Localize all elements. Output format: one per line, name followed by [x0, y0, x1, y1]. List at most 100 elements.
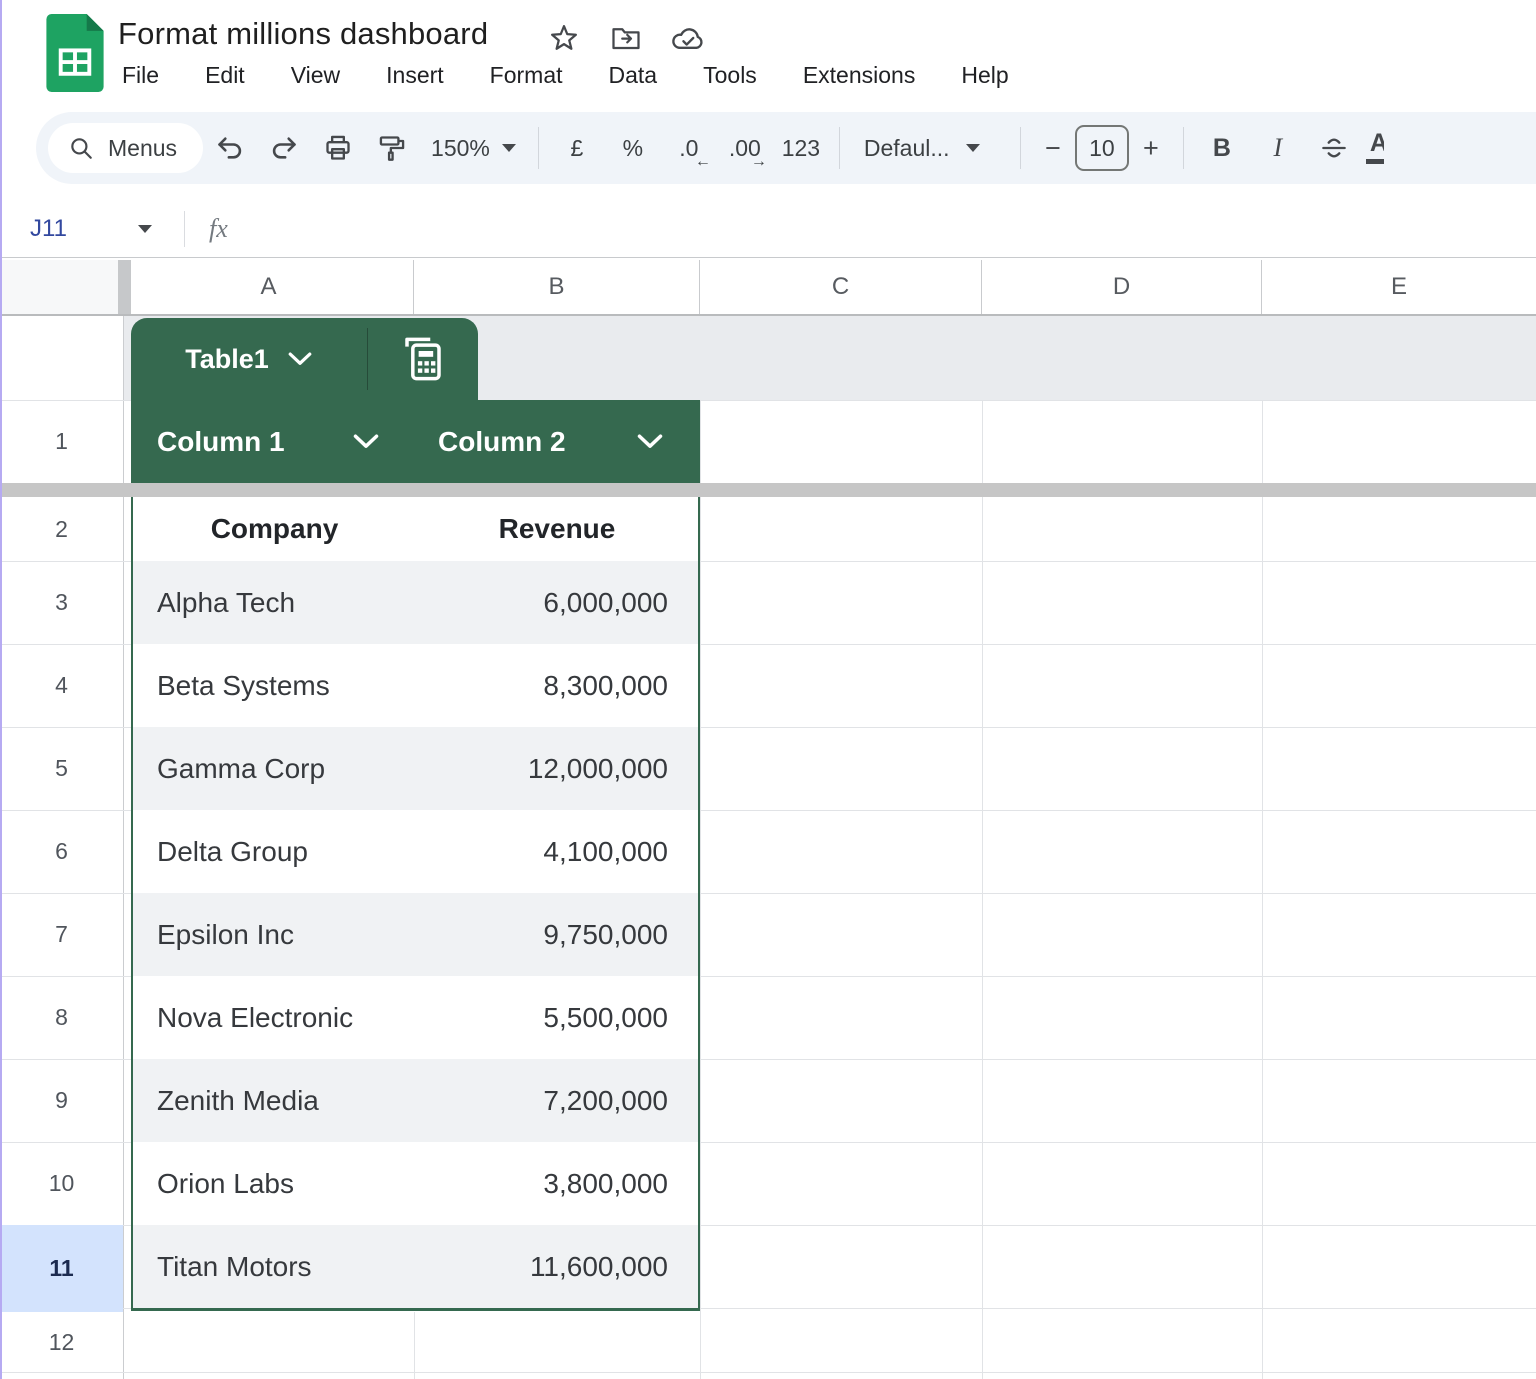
column-header-c[interactable]: C — [700, 260, 982, 314]
menu-edit[interactable]: Edit — [201, 60, 249, 91]
row-header-8[interactable]: 8 — [0, 976, 123, 1059]
italic-button[interactable]: I — [1250, 123, 1306, 173]
cell-b8[interactable]: 5,500,000 — [416, 976, 698, 1059]
name-box[interactable]: J11 — [0, 215, 170, 243]
column-header-e[interactable]: E — [1262, 260, 1536, 314]
formula-bar: J11 fx — [0, 200, 1536, 258]
cell-b6[interactable]: 4,100,000 — [416, 810, 698, 893]
left-arrow-icon: ← — [695, 153, 711, 171]
table-name-chip[interactable]: Table1 — [131, 318, 478, 400]
row-header-4[interactable]: 4 — [0, 644, 123, 727]
row-header-9[interactable]: 9 — [0, 1059, 123, 1142]
paint-format-button[interactable] — [365, 123, 419, 173]
column-header-b[interactable]: B — [414, 260, 700, 314]
cell-a3[interactable]: Alpha Tech — [133, 561, 416, 644]
decrease-font-size-button[interactable]: − — [1031, 124, 1075, 172]
row-header-11-selected[interactable]: 11 — [0, 1225, 123, 1312]
table-row[interactable]: Nova Electronic 5,500,000 — [133, 976, 698, 1059]
cell-b2[interactable]: Revenue — [416, 497, 698, 561]
select-all-corner[interactable] — [0, 260, 123, 314]
percent-format-button[interactable]: % — [605, 123, 661, 173]
table-column-headers: Column 1 Column 2 — [131, 400, 700, 483]
row-header-1[interactable]: 1 — [0, 400, 123, 483]
move-folder-icon[interactable] — [608, 20, 644, 56]
row-header-12[interactable]: 12 — [0, 1312, 123, 1372]
cell-a11[interactable]: Titan Motors — [133, 1225, 416, 1308]
sheets-logo-icon[interactable] — [46, 14, 104, 92]
redo-button[interactable] — [257, 123, 311, 173]
cell-b7[interactable]: 9,750,000 — [416, 893, 698, 976]
more-formats-button[interactable]: 123 — [773, 123, 829, 173]
menu-help[interactable]: Help — [957, 60, 1012, 91]
bold-button[interactable]: B — [1194, 123, 1250, 173]
cell-a7[interactable]: Epsilon Inc — [133, 893, 416, 976]
menu-extensions[interactable]: Extensions — [799, 60, 920, 91]
menu-view[interactable]: View — [287, 60, 344, 91]
document-title[interactable]: Format millions dashboard — [118, 16, 488, 52]
column-header-a[interactable]: A — [124, 260, 414, 314]
table-row[interactable]: Zenith Media 7,200,000 — [133, 1059, 698, 1142]
right-arrow-icon: → — [751, 153, 767, 171]
cell-b5[interactable]: 12,000,000 — [416, 727, 698, 810]
row-header-7[interactable]: 7 — [0, 893, 123, 976]
table-row[interactable]: Gamma Corp 12,000,000 — [133, 727, 698, 810]
search-icon — [68, 135, 94, 161]
column-header-d[interactable]: D — [982, 260, 1262, 314]
cell-a4[interactable]: Beta Systems — [133, 644, 416, 727]
font-family-select[interactable]: Defaul... — [850, 135, 1010, 162]
cell-a9[interactable]: Zenith Media — [133, 1059, 416, 1142]
star-icon[interactable] — [546, 20, 582, 56]
row-header-10[interactable]: 10 — [0, 1142, 123, 1225]
cell-a8[interactable]: Nova Electronic — [133, 976, 416, 1059]
undo-button[interactable] — [203, 123, 257, 173]
table-row[interactable]: Orion Labs 3,800,000 — [133, 1142, 698, 1225]
zoom-control[interactable]: 150% — [419, 135, 528, 162]
menu-format[interactable]: Format — [486, 60, 567, 91]
column-header-row: A B C D E — [0, 260, 1536, 316]
text-color-button[interactable]: A — [1362, 123, 1384, 173]
table-row[interactable]: Alpha Tech 6,000,000 — [133, 561, 698, 644]
table-row[interactable]: Delta Group 4,100,000 — [133, 810, 698, 893]
formula-input[interactable] — [238, 200, 1536, 257]
toolbar-divider — [839, 127, 840, 169]
row-header-5[interactable]: 5 — [0, 727, 123, 810]
table-column-1-header[interactable]: Column 1 — [131, 400, 414, 483]
table-tools-button[interactable] — [368, 318, 478, 400]
cell-b9[interactable]: 7,200,000 — [416, 1059, 698, 1142]
decrease-decimal-button[interactable]: .0 ← — [661, 123, 717, 173]
freeze-divider[interactable] — [0, 483, 1536, 497]
font-size-input[interactable]: 10 — [1075, 125, 1129, 171]
cell-a5[interactable]: Gamma Corp — [133, 727, 416, 810]
cell-b10[interactable]: 3,800,000 — [416, 1142, 698, 1225]
table-row[interactable]: Epsilon Inc 9,750,000 — [133, 893, 698, 976]
formula-bar-divider — [184, 211, 185, 247]
menus-search-button[interactable]: Menus — [48, 123, 203, 173]
dropdown-caret-icon — [966, 144, 980, 152]
cell-b4[interactable]: 8,300,000 — [416, 644, 698, 727]
menu-insert[interactable]: Insert — [382, 60, 448, 91]
row-header-6[interactable]: 6 — [0, 810, 123, 893]
menu-data[interactable]: Data — [605, 60, 662, 91]
grid-line — [1262, 400, 1263, 1379]
cell-a2[interactable]: Company — [133, 497, 416, 561]
cloud-check-icon[interactable] — [670, 20, 706, 56]
cell-b3[interactable]: 6,000,000 — [416, 561, 698, 644]
currency-format-button[interactable]: £ — [549, 123, 605, 173]
table-row[interactable]: Company Revenue — [133, 497, 698, 561]
print-button[interactable] — [311, 123, 365, 173]
cell-b11[interactable]: 11,600,000 — [416, 1225, 698, 1308]
cell-a6[interactable]: Delta Group — [133, 810, 416, 893]
table-column-2-header[interactable]: Column 2 — [414, 400, 700, 483]
grid-line — [700, 400, 701, 1379]
menu-tools[interactable]: Tools — [699, 60, 761, 91]
menu-file[interactable]: File — [118, 60, 163, 91]
strikethrough-button[interactable] — [1306, 123, 1362, 173]
increase-font-size-button[interactable]: + — [1129, 124, 1173, 172]
table-body: Company Revenue Alpha Tech 6,000,000 Bet… — [131, 497, 700, 1311]
row-header-2[interactable]: 2 — [0, 497, 123, 561]
table-row[interactable]: Beta Systems 8,300,000 — [133, 644, 698, 727]
increase-decimal-button[interactable]: .00 → — [717, 123, 773, 173]
table-row[interactable]: Titan Motors 11,600,000 — [133, 1225, 698, 1308]
row-header-3[interactable]: 3 — [0, 561, 123, 644]
cell-a10[interactable]: Orion Labs — [133, 1142, 416, 1225]
